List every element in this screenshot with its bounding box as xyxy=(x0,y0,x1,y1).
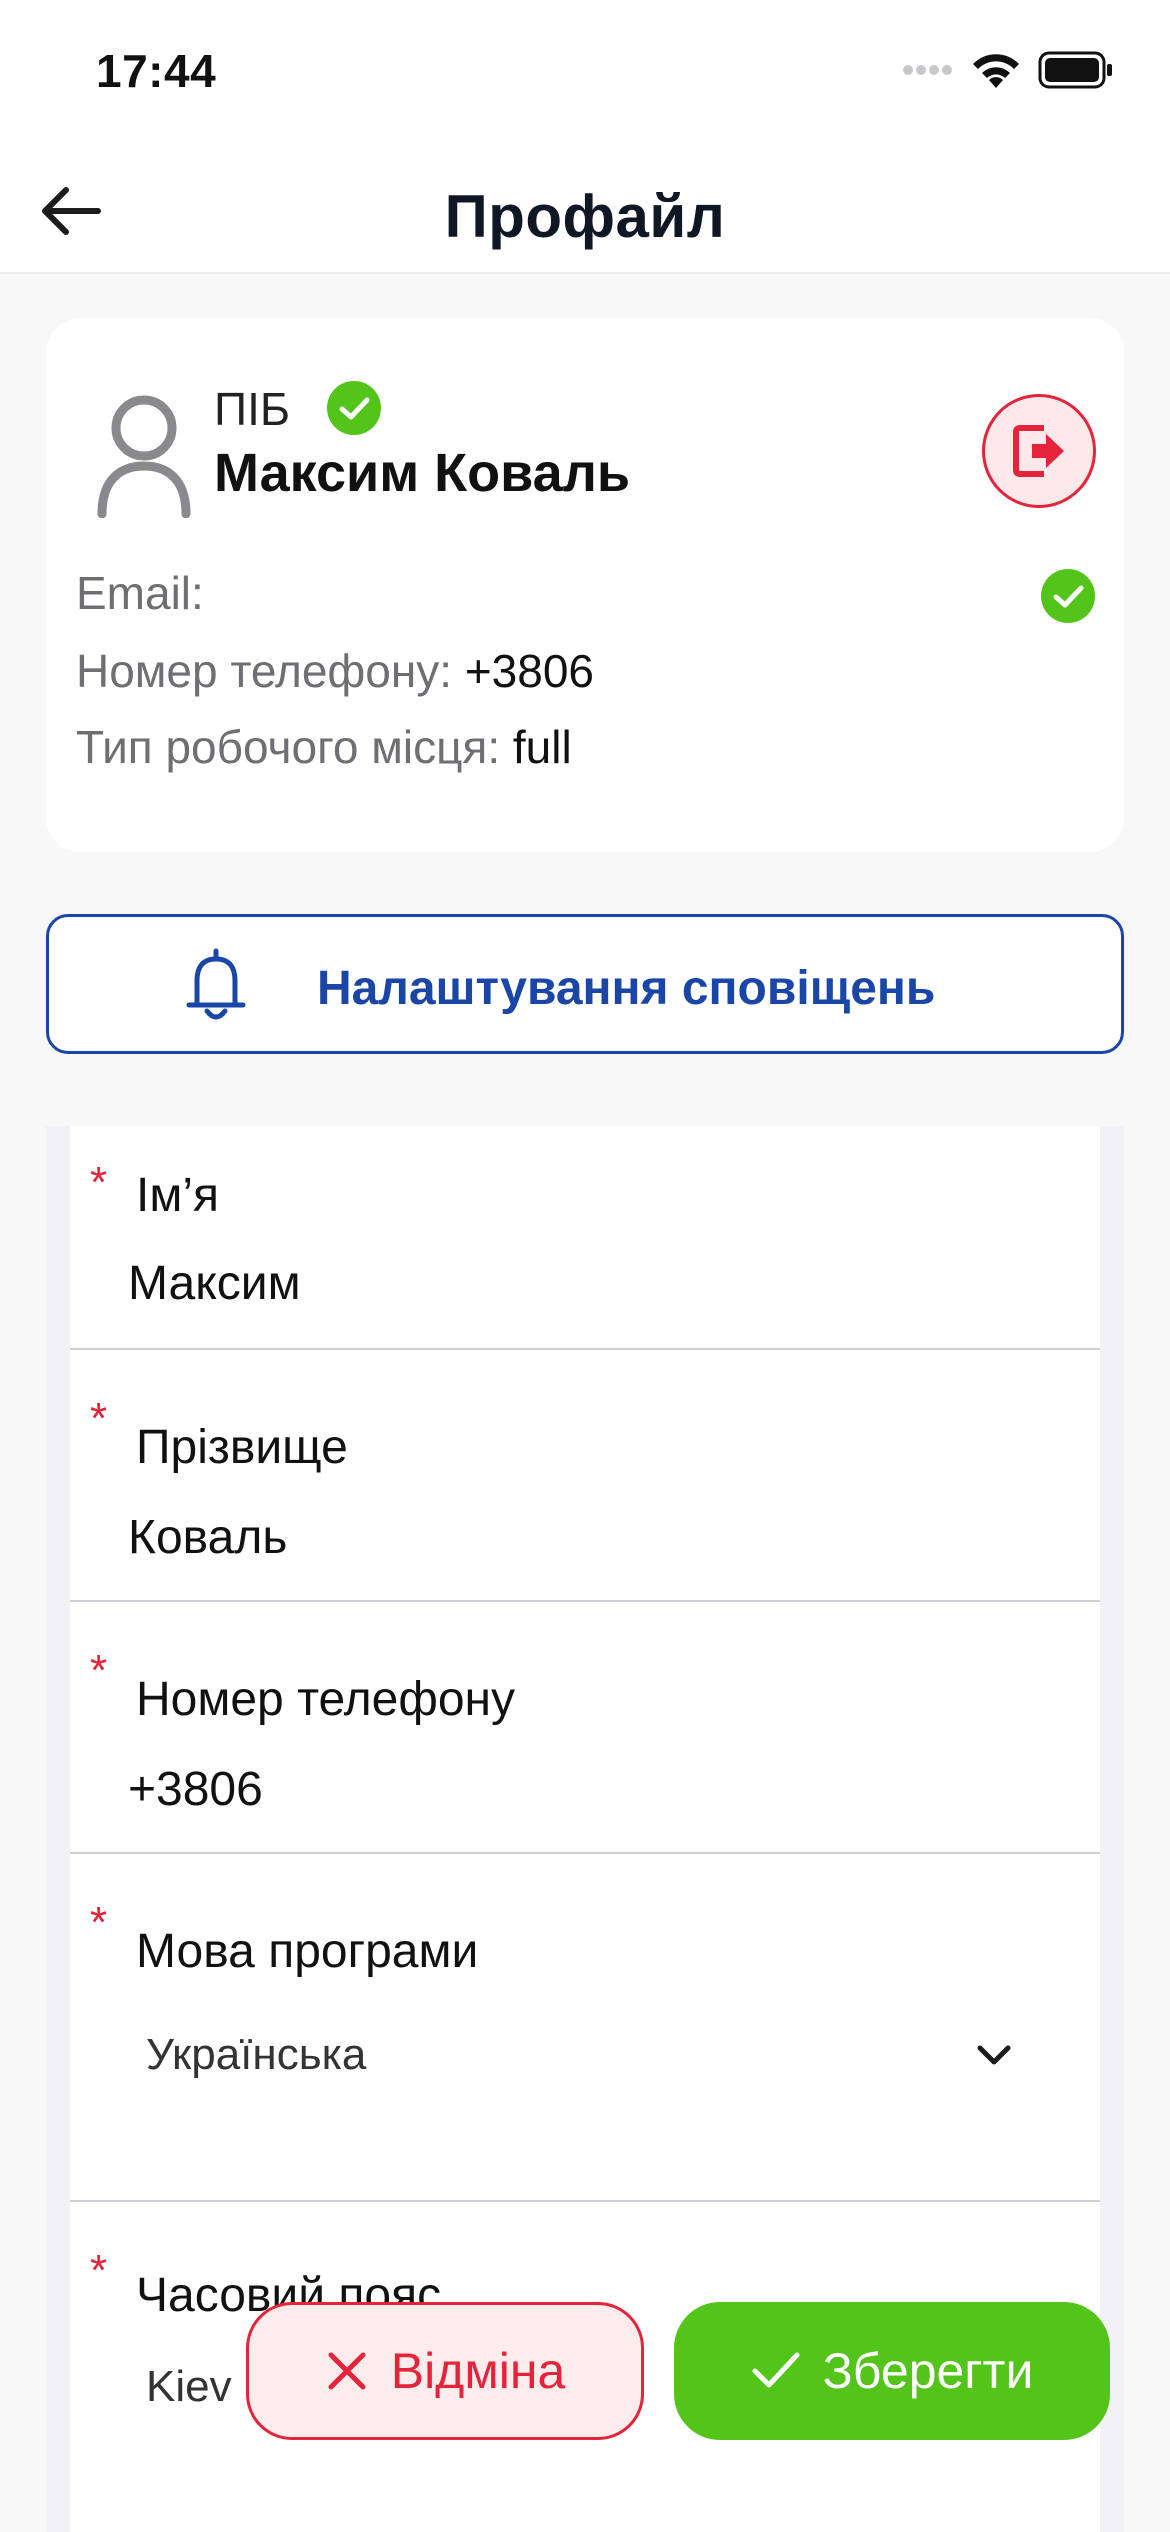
required-marker: * xyxy=(90,1646,108,1695)
pib-label: ПІБ xyxy=(214,383,291,435)
full-name: Максим Коваль xyxy=(214,443,631,503)
last-name-field[interactable]: * Прізвище Коваль xyxy=(70,1350,1100,1602)
phone-value: +3806 xyxy=(464,645,595,697)
save-label: Зберегти xyxy=(822,2343,1034,2399)
work-type-value: full xyxy=(512,721,572,773)
signal-icon xyxy=(903,65,952,75)
user-avatar-icon xyxy=(97,395,191,518)
logout-button[interactable] xyxy=(982,394,1096,508)
notification-settings-label: Налаштування сповіщень xyxy=(317,962,936,1015)
required-marker: * xyxy=(90,2246,108,2295)
required-marker: * xyxy=(90,1158,108,1207)
required-marker: * xyxy=(90,1394,108,1443)
work-type-label: Тип робочого місця: xyxy=(76,721,501,773)
phone-line: Номер телефону: +3806 xyxy=(76,644,646,698)
status-time: 17:44 xyxy=(96,45,217,97)
notification-settings-button[interactable]: Налаштування сповіщень xyxy=(46,914,1124,1054)
email-label: Email: xyxy=(76,567,204,619)
language-select-value[interactable]: Українська xyxy=(146,2030,366,2080)
last-name-input[interactable]: Коваль xyxy=(128,1510,287,1565)
chevron-down-icon[interactable] xyxy=(974,2040,1014,2070)
save-button[interactable]: Зберегти xyxy=(674,2302,1110,2440)
last-name-label: Прізвище xyxy=(136,1421,348,1474)
first-name-label: Ім’я xyxy=(136,1169,219,1222)
status-icons xyxy=(902,50,1114,90)
required-marker: * xyxy=(90,1898,108,1947)
language-label: Мова програми xyxy=(136,1925,479,1978)
check-icon xyxy=(752,2352,800,2388)
email-verified-icon xyxy=(1041,569,1095,623)
timezone-select-value[interactable]: Kiev ( xyxy=(146,2362,258,2412)
close-icon xyxy=(328,2352,366,2390)
bell-icon xyxy=(186,948,246,1020)
language-field[interactable]: * Мова програми Українська xyxy=(70,1854,1100,2202)
phone-label: Номер телефону: xyxy=(76,645,453,697)
phone-field[interactable]: * Номер телефону +3806 xyxy=(70,1602,1100,1854)
first-name-field[interactable]: * Ім’я Максим xyxy=(70,1126,1100,1350)
logout-icon xyxy=(1013,425,1064,477)
profile-card: ПІБ Максим Коваль Email: Номер телефону:… xyxy=(46,318,1124,852)
cancel-button[interactable]: Відміна xyxy=(246,2302,644,2440)
work-type-line: Тип робочого місця: full xyxy=(76,720,572,774)
battery-icon xyxy=(1038,51,1112,89)
wifi-icon xyxy=(973,54,1019,88)
phone-input[interactable]: +3806 xyxy=(128,1762,272,1817)
page-title: Профайл xyxy=(444,183,726,250)
email-line: Email: xyxy=(76,566,204,620)
first-name-input[interactable]: Максим xyxy=(128,1256,301,1311)
verified-check-icon xyxy=(327,381,381,435)
status-bar: 17:44 xyxy=(0,0,1170,150)
navigation-bar: Профайл xyxy=(0,150,1170,274)
cancel-label: Відміна xyxy=(390,2343,566,2399)
phone-label-field: Номер телефону xyxy=(136,1673,516,1726)
